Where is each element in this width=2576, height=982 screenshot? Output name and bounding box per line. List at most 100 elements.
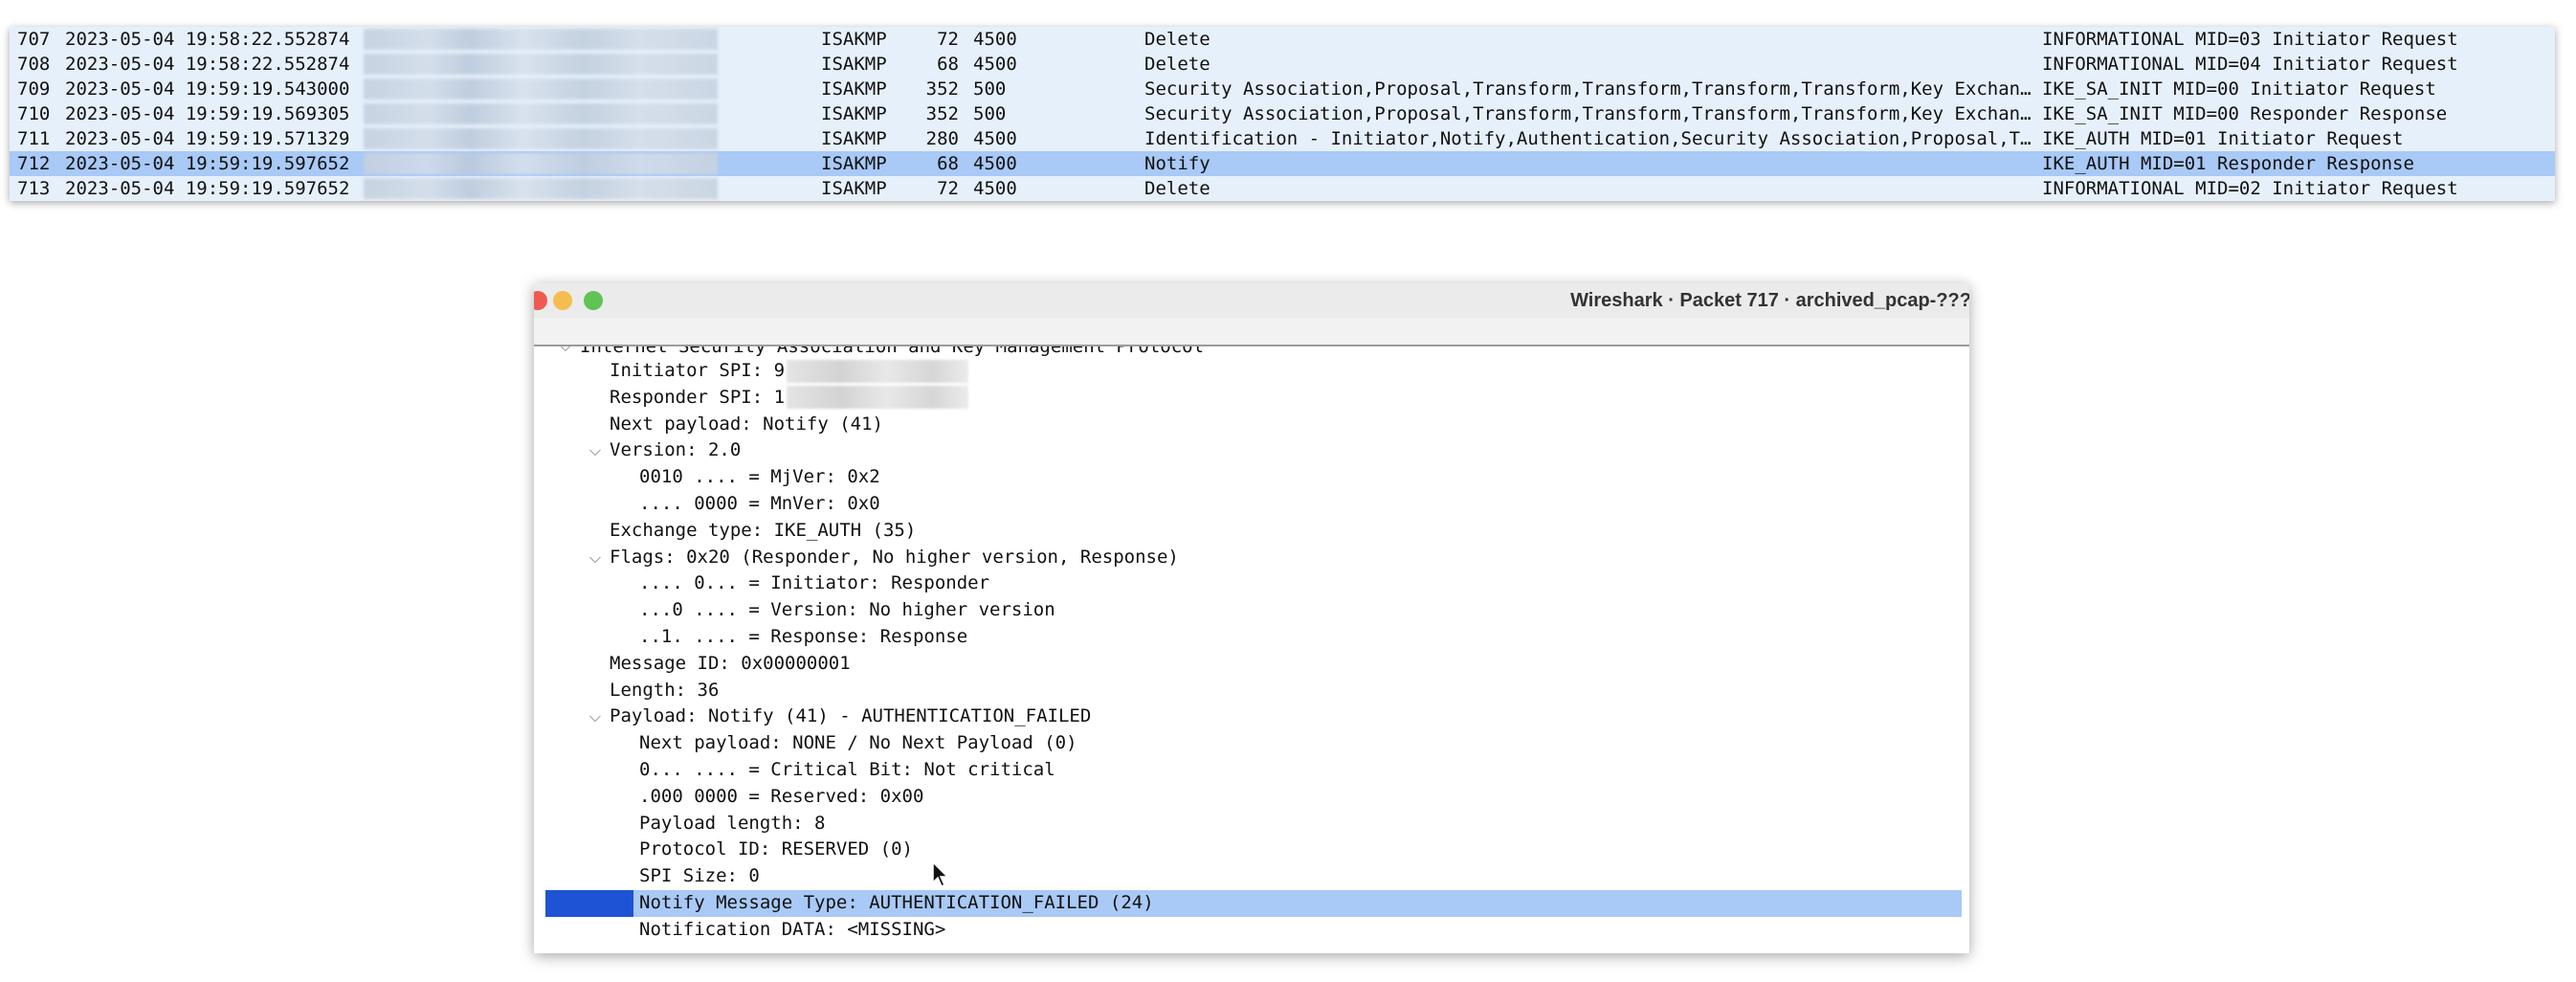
packet-info-payloads: Security Association,Proposal,Transform,… [1144,103,2032,124]
window-titlebar[interactable]: Wireshark · Packet 717 · archived_pcap-?… [534,283,1969,318]
tree-item-text: Length: 36 [610,679,720,701]
tree-item[interactable]: ⌵ Version: 2.0 [545,437,1962,464]
tree-item[interactable]: Message ID: 0x00000001 [545,651,1962,678]
tree-item[interactable]: SPI Size: 0 [545,863,1962,890]
packet-number: 713 [17,178,51,199]
tree-item[interactable]: .... 0... = Initiator: Responder [545,570,1962,597]
redacted-address [364,178,718,199]
tree-item-label: Payload length: 8 [639,811,825,837]
packet-row[interactable]: 712 2023-05-04 19:59:19.597652 ISAKMP 68 450… [10,151,2555,176]
packet-detail-window: Wireshark · Packet 717 · archived_pcap-?… [534,283,1969,953]
packet-info-payloads: Security Association,Proposal,Transform,… [1144,78,2032,100]
chevron-down-icon[interactable]: ⌵ [587,437,604,464]
tree-item-text: Version: 2.0 [610,439,742,461]
tree-item-label: Protocol ID: RESERVED (0) [639,837,913,863]
packet-row[interactable]: 709 2023-05-04 19:59:19.543000 ISAKMP 352 50… [10,77,2555,101]
tree-item[interactable]: Next payload: Notify (41) [545,412,1962,438]
packet-info-port: 4500 [973,153,1017,174]
tree-item-text: 0010 .... = MjVer: 0x2 [639,466,880,488]
tree-item-text: Internet Security Association and Key Ma… [580,346,1205,357]
redacted-address [364,153,718,174]
packet-list[interactable]: 707 2023-05-04 19:58:22.552874 ISAKMP 72 450… [10,27,2555,201]
tree-item-label: Next payload: Notify (41) [610,412,883,438]
packet-info-port: 4500 [973,29,1017,50]
tree-item[interactable]: 0010 .... = MjVer: 0x2 [545,464,1962,491]
tree-item[interactable]: 0... .... = Critical Bit: Not critical [545,757,1962,784]
tree-item-label: .... 0... = Initiator: Responder [639,570,989,597]
tree-item-label: ..1. .... = Response: Response [639,624,967,651]
tree-item-text: Flags: 0x20 (Responder, No higher versio… [610,546,1179,568]
packet-time: 2023-05-04 19:59:19.597652 [65,153,350,174]
tree-item[interactable]: Payload length: 8 [545,811,1962,837]
tree-item-label: ...0 .... = Version: No higher version [639,597,1055,624]
maximize-window-button[interactable] [584,291,603,310]
tree-item-text: ..1. .... = Response: Response [639,625,968,647]
packet-info-payloads: Identification - Initiator,Notify,Authen… [1144,128,2032,149]
tree-item-text: ...0 .... = Version: No higher version [639,599,1055,621]
packet-length: 68 [937,54,959,75]
tree-item[interactable]: ⌵Internet Security Association and Key M… [545,346,1962,358]
packet-number: 707 [17,29,51,50]
tree-item-text: Payload length: 8 [639,812,826,834]
minimize-window-button[interactable] [553,291,572,310]
chevron-down-icon[interactable]: ⌵ [587,545,604,571]
tree-item[interactable]: Responder SPI: 1 [545,385,1962,412]
tree-item[interactable]: .... 0000 = MnVer: 0x0 [545,491,1962,518]
tree-item[interactable]: ...0 .... = Version: No higher version [545,597,1962,624]
tree-item-label: Message ID: 0x00000001 [610,651,851,678]
redacted-value [787,386,969,410]
tree-item-selected[interactable]: Notify Message Type: AUTHENTICATION_FAIL… [545,889,1962,917]
packet-length: 352 [925,103,959,124]
packet-row[interactable]: 708 2023-05-04 19:58:22.552874 ISAKMP 68 450… [10,52,2555,77]
close-window-button[interactable] [534,291,547,310]
tree-item[interactable]: Next payload: NONE / No Next Payload (0) [545,730,1962,757]
packet-info-summary: INFORMATIONAL MID=02 Initiator Request [2042,178,2458,199]
tree-item-text: Initiator SPI: 9 [610,360,786,381]
tree-item-text: Responder SPI: 1 [610,386,786,408]
tree-item-text: Notification DATA: <MISSING> [639,918,946,940]
tree-item-label: Responder SPI: 1 [610,385,969,412]
tree-item-label: Notification DATA: <MISSING> [639,917,945,944]
tree-item-label: Initiator SPI: 9 [610,358,969,385]
chevron-down-icon[interactable]: ⌵ [587,703,604,730]
tree-item[interactable]: Protocol ID: RESERVED (0) [545,837,1962,863]
packet-info-summary: INFORMATIONAL MID=04 Initiator Request [2042,54,2458,75]
packet-row[interactable]: 710 2023-05-04 19:59:19.569305 ISAKMP 352 50… [10,101,2555,126]
packet-time: 2023-05-04 19:59:19.543000 [65,78,350,100]
packet-time: 2023-05-04 19:59:19.569305 [65,103,350,124]
tree-item-text: 0... .... = Critical Bit: Not critical [639,758,1055,780]
packet-row[interactable]: 711 2023-05-04 19:59:19.571329 ISAKMP 280 45… [10,126,2555,151]
tree-item[interactable]: .000 0000 = Reserved: 0x00 [545,784,1962,811]
tree-item[interactable]: Length: 36 [545,678,1962,704]
tree-item-label: .... 0000 = MnVer: 0x0 [639,491,880,518]
tree-item-text: Exchange type: IKE_AUTH (35) [610,519,917,541]
tree-item-text: .... 0000 = MnVer: 0x0 [639,492,880,514]
packet-row[interactable]: 707 2023-05-04 19:58:22.552874 ISAKMP 72 450… [10,27,2555,52]
tree-item[interactable]: ⌵ Payload: Notify (41) - AUTHENTICATION_F… [545,703,1962,730]
packet-info-payloads: Notify [1144,153,1210,174]
packet-info-port: 500 [973,78,1007,100]
tree-item[interactable]: ⌵ Flags: 0x20 (Responder, No higher versi… [545,545,1962,571]
packet-row[interactable]: 713 2023-05-04 19:59:19.597652 ISAKMP 72 450… [10,176,2555,201]
redacted-address [364,128,718,149]
packet-number: 712 [17,153,51,174]
redacted-value [787,359,969,383]
tree-item-label: 0010 .... = MjVer: 0x2 [639,464,880,491]
tree-item[interactable]: Initiator SPI: 9 [545,358,1962,385]
tree-item[interactable]: Exchange type: IKE_AUTH (35) [545,518,1962,545]
tree-item-label: .000 0000 = Reserved: 0x00 [639,784,923,811]
packet-length: 280 [925,128,959,149]
tree-item[interactable]: Notification DATA: <MISSING> [545,917,1962,944]
packet-detail-tree[interactable]: ⌵ Internet Security Association and Key M… [545,346,1962,949]
tree-item-text: Message ID: 0x00000001 [610,652,851,674]
packet-length: 72 [937,29,959,50]
packet-info-port: 4500 [973,128,1017,149]
tree-item[interactable]: ..1. .... = Response: Response [545,624,1962,651]
tree-item-label: Version: 2.0 [610,437,741,464]
tree-item-text: Protocol ID: RESERVED (0) [639,838,913,860]
selection-marker [545,889,633,917]
packet-time: 2023-05-04 19:59:19.571329 [65,128,350,149]
tree-item-text: .000 0000 = Reserved: 0x00 [639,785,924,807]
packet-time: 2023-05-04 19:58:22.552874 [65,29,350,50]
packet-info-summary: IKE_SA_INIT MID=00 Responder Response [2042,103,2448,124]
